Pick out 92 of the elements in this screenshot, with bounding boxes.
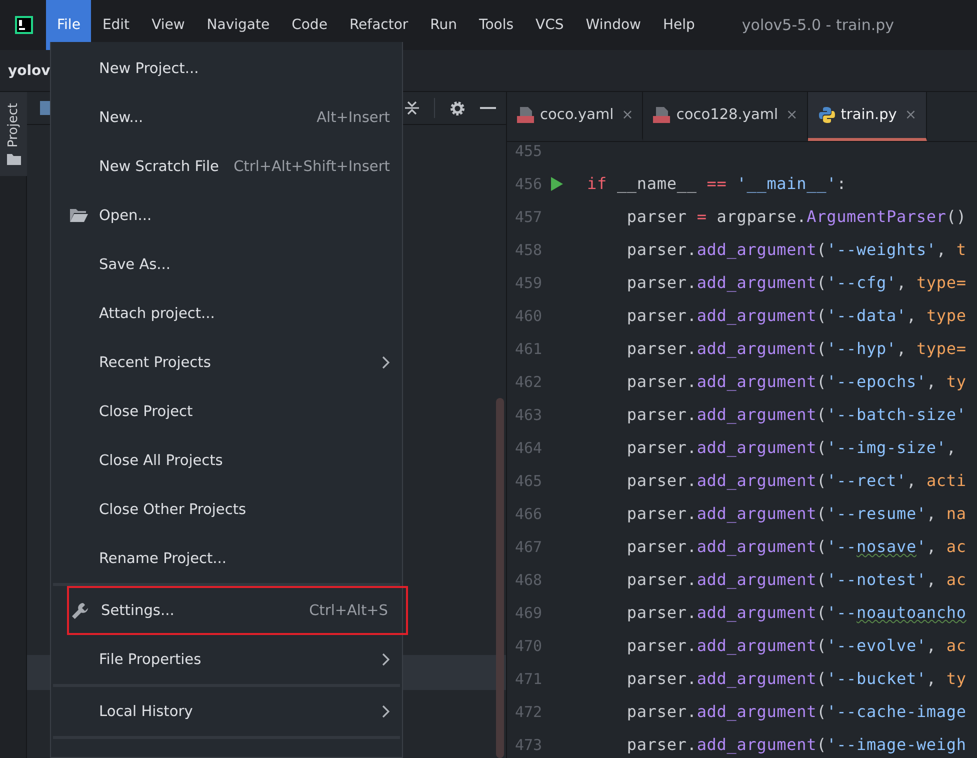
menu-item[interactable]: Close All Projects — [51, 436, 402, 485]
menu-item-label: Close All Projects — [99, 452, 224, 468]
menu-item[interactable]: Open... — [51, 191, 402, 240]
menu-item-label: Local History — [99, 704, 194, 720]
run-icon[interactable] — [551, 176, 563, 190]
code-line: parser.add_argument('--noautoancho — [626, 603, 966, 622]
code-line: parser.add_argument('--img-size', — [626, 438, 956, 457]
menu-item[interactable]: Local History — [51, 687, 402, 736]
line-number: 471 — [514, 670, 544, 688]
python-file-icon — [818, 106, 836, 124]
menu-item-label: File Properties — [99, 652, 202, 668]
menu-item[interactable]: Tools — [468, 0, 525, 50]
menu-item-label: Close Other Projects — [99, 502, 248, 518]
menu-item[interactable]: Rename Project... — [51, 534, 402, 583]
code-line: parser.add_argument('--epochs', ty — [626, 372, 966, 391]
wrench-icon — [71, 602, 89, 620]
menu-item[interactable]: Window — [574, 0, 652, 50]
menu-item[interactable]: New... Alt+Insert — [51, 93, 402, 142]
line-number: 463 — [514, 406, 544, 424]
menu-item-label: Rename Project... — [99, 550, 228, 566]
menu-item-label: New Scratch File — [99, 158, 220, 174]
menu-item[interactable]: New Scratch File Ctrl+Alt+Shift+Insert — [51, 142, 402, 191]
settings-icon[interactable] — [449, 100, 466, 116]
line-number: 465 — [514, 472, 544, 490]
collapse-all-icon[interactable] — [404, 100, 420, 116]
line-number: 455 — [514, 142, 544, 160]
line-number: 466 — [514, 504, 544, 522]
tab-label: coco.yaml — [540, 107, 614, 123]
menu-item[interactable]: File Properties — [51, 635, 402, 684]
code-line: parser.add_argument('--batch-size' — [626, 405, 966, 424]
code-line: parser.add_argument('--nosave', ac — [626, 537, 966, 556]
menu-item-label: Attach project... — [99, 306, 216, 322]
code-line: parser.add_argument('--bucket', ty — [626, 669, 966, 688]
menu-item-label: Close Project — [99, 404, 194, 420]
line-number: 456 — [514, 174, 544, 192]
code-line: parser.add_argument('--cache-image — [626, 702, 966, 721]
code-line: parser.add_argument('--evolve', ac — [626, 636, 966, 655]
line-number: 470 — [514, 636, 544, 654]
menu-item[interactable]: VCS — [524, 0, 575, 50]
menu-item-label: New Project... — [99, 60, 200, 76]
line-number: 469 — [514, 604, 544, 622]
project-tool-tab[interactable]: Project — [0, 92, 27, 176]
line-number: 462 — [514, 372, 544, 390]
menu-item-label: Settings... — [101, 602, 176, 618]
app-logo — [15, 16, 33, 34]
code-line: if __name__ == '__main__': — [587, 174, 847, 193]
code-line: parser.add_argument('--notest', ac — [626, 570, 966, 589]
folder-icon — [69, 208, 89, 223]
code-line: parser.add_argument('--data', type — [626, 306, 966, 325]
editor-tab[interactable]: train.py × — [808, 92, 927, 141]
scrollbar[interactable] — [496, 398, 504, 758]
yaml-file-icon — [653, 106, 672, 124]
menu-item[interactable]: Settings... Ctrl+Alt+S — [67, 586, 408, 635]
line-number: 459 — [514, 274, 544, 292]
shortcut-text: Ctrl+Alt+Shift+Insert — [234, 158, 390, 174]
menu-item[interactable]: Run — [419, 0, 468, 50]
code-line: parser.add_argument('--cfg', type= — [626, 273, 966, 292]
menu-item-label: New... — [99, 110, 144, 126]
close-button[interactable]: × — [786, 107, 798, 123]
line-number: 458 — [514, 240, 544, 258]
menu-item[interactable]: Recent Projects — [51, 338, 402, 387]
menu-item-label: Recent Projects — [99, 354, 212, 370]
menu-item[interactable]: Help — [652, 0, 706, 50]
window-title: yolov5-5.0 - train.py — [742, 16, 894, 34]
menu-item[interactable]: Save As... — [51, 240, 402, 289]
project-name[interactable]: yolov — [8, 62, 50, 78]
line-number: 464 — [514, 438, 544, 456]
code-line: parser.add_argument('--weights', t — [626, 240, 966, 259]
shortcut-text: Ctrl+Alt+S — [309, 602, 388, 618]
folder-icon — [6, 154, 20, 165]
tab-label: coco128.yaml — [676, 107, 778, 123]
tab-label: train.py — [840, 107, 897, 123]
code-line: parser.add_argument('--hyp', type= — [626, 339, 966, 358]
line-number: 457 — [514, 208, 544, 226]
line-number: 460 — [514, 306, 544, 324]
menu-item-label: Open... — [99, 208, 153, 224]
menu-item-label: Save As... — [99, 256, 172, 272]
shortcut-text: Alt+Insert — [316, 110, 390, 126]
menu-item[interactable]: Close Project — [51, 387, 402, 436]
code-line: parser.add_argument('--resume', na — [626, 504, 966, 523]
code-line: parser = argparse.ArgumentParser() — [626, 207, 966, 226]
code-line: parser.add_argument('--image-weigh — [626, 735, 966, 754]
yaml-file-icon — [517, 106, 535, 124]
line-number: 473 — [514, 736, 544, 754]
menu-item[interactable]: Attach project... — [51, 289, 402, 338]
code-line: parser.add_argument('--rect', acti — [626, 471, 966, 490]
close-button[interactable]: × — [622, 107, 634, 123]
line-number: 461 — [514, 340, 544, 358]
line-number: 467 — [514, 538, 544, 556]
line-number: 472 — [514, 702, 544, 720]
line-number: 468 — [514, 570, 544, 588]
menu-item[interactable]: Close Other Projects — [51, 485, 402, 534]
